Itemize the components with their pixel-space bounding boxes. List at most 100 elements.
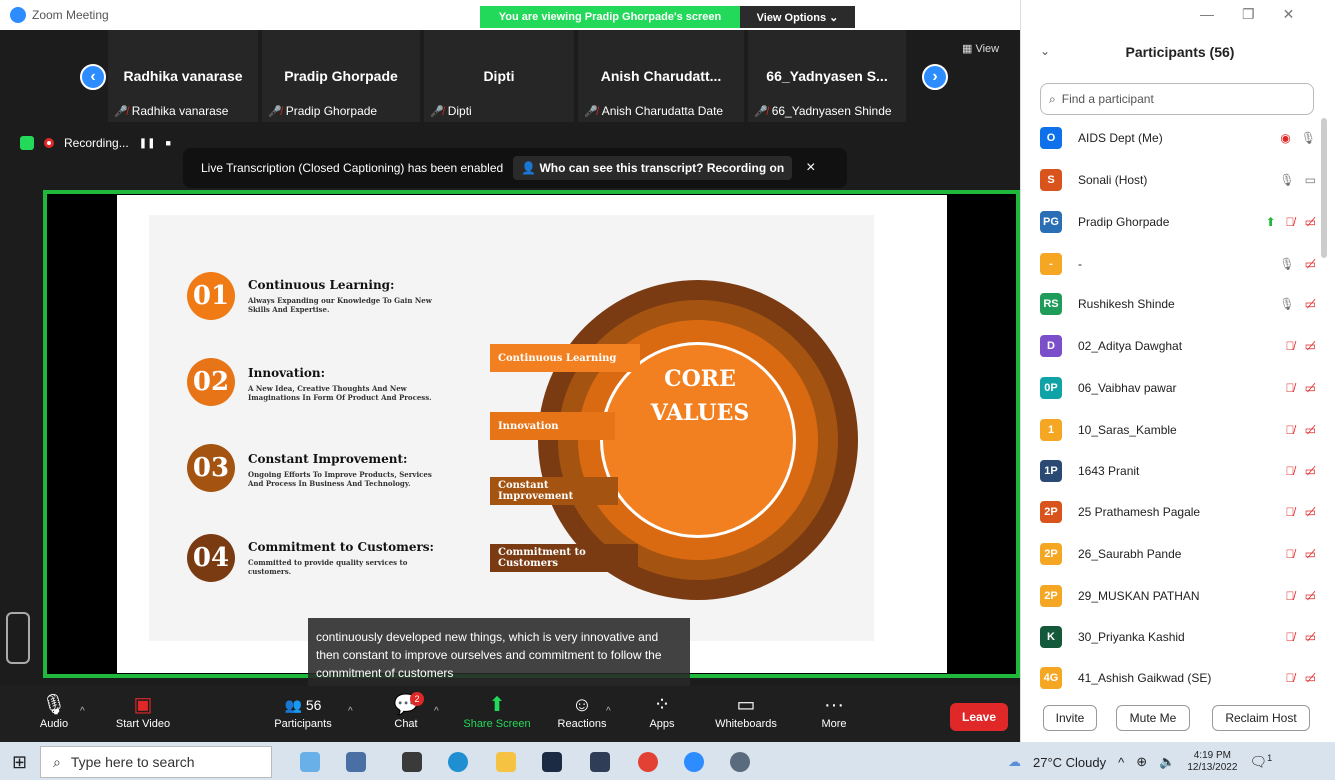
apps-button[interactable]: ⁘ Apps bbox=[642, 692, 682, 730]
audio-button[interactable]: 🎙 Audio bbox=[38, 692, 70, 730]
volume-icon[interactable]: 🔈 bbox=[1159, 754, 1175, 770]
restore-icon[interactable]: ❐ bbox=[1242, 6, 1255, 23]
video-thumbnail[interactable]: Anish Charudatt... 🎤̸ Anish Charudatta Dat… bbox=[578, 30, 744, 122]
participant-row[interactable]: - - 🎙 ▭̸ bbox=[1040, 244, 1316, 284]
previous-page-button[interactable]: ‹ bbox=[80, 64, 106, 90]
widget-app-icon[interactable] bbox=[346, 752, 366, 772]
participants-button[interactable]: 👥 56 Participants bbox=[268, 692, 338, 730]
view-options-button[interactable]: View Options ⌄ bbox=[740, 6, 855, 28]
notification-icon[interactable]: 🗨1 bbox=[1249, 753, 1272, 771]
video-thumbnail[interactable]: 66_Yadnyasen S... 🎤̸ 66_Yadnyasen Shinde bbox=[748, 30, 906, 122]
share-screen-button[interactable]: ⬆ Share Screen bbox=[460, 692, 534, 730]
video-off-icon: ▭̸ bbox=[1304, 589, 1316, 603]
muted-mic-icon: 🎙̸ bbox=[1285, 589, 1295, 603]
view-button[interactable]: ▦ View bbox=[962, 42, 999, 55]
video-icon: ▭ bbox=[1304, 173, 1316, 187]
reactions-options-caret[interactable]: ^ bbox=[606, 706, 611, 717]
avatar: 1 bbox=[1040, 419, 1062, 441]
windows-start-icon[interactable]: ⊞ bbox=[12, 752, 27, 773]
whiteboard-icon: ▭ bbox=[736, 694, 756, 716]
muted-mic-icon: 🎙̸ bbox=[1285, 215, 1295, 229]
item-title: Continuous Learning: bbox=[248, 278, 395, 292]
file-explorer-icon[interactable] bbox=[496, 752, 516, 772]
network-icon[interactable]: ⊕ bbox=[1136, 754, 1147, 770]
zoom-taskbar-icon[interactable] bbox=[684, 752, 704, 772]
chat-options-caret[interactable]: ^ bbox=[434, 706, 439, 717]
cortana-icon[interactable] bbox=[300, 752, 320, 772]
participant-row[interactable]: RS Rushikesh Shinde 🎙 ▭̸ bbox=[1040, 284, 1316, 324]
clock[interactable]: 4:19 PM 12/13/2022 bbox=[1187, 750, 1237, 774]
participants-title: Participants (56) bbox=[1125, 44, 1235, 60]
participant-row[interactable]: 1 10_Saras_Kamble 🎙̸ ▭̸ bbox=[1040, 410, 1316, 450]
value-bar: Continuous Learning bbox=[490, 344, 640, 372]
side-panel-toggle[interactable] bbox=[6, 612, 30, 664]
muted-mic-icon: 🎙̸ bbox=[1285, 339, 1295, 353]
weather-text[interactable]: 27°C Cloudy bbox=[1033, 755, 1106, 770]
microphone-icon: 🎙 bbox=[1279, 173, 1295, 187]
reactions-button[interactable]: ☺ Reactions bbox=[554, 692, 610, 730]
participants-scrollbar[interactable] bbox=[1321, 118, 1327, 258]
video-thumbnail[interactable]: Radhika vanarase 🎤̸ Radhika vanarase bbox=[108, 30, 258, 122]
participant-name: 41_Ashish Gaikwad (SE) bbox=[1078, 671, 1212, 685]
invite-button[interactable]: Invite bbox=[1043, 705, 1097, 731]
store-icon[interactable] bbox=[542, 752, 562, 772]
next-page-button[interactable]: › bbox=[922, 64, 948, 90]
participant-row[interactable]: 2P 25 Prathamesh Pagale 🎙̸ ▭̸ bbox=[1040, 492, 1316, 532]
close-window-icon[interactable]: ✕ bbox=[1283, 6, 1295, 23]
thumbnail-name: Dipti bbox=[483, 68, 515, 84]
item-description: Always Expanding our Knowledge To Gain N… bbox=[248, 296, 432, 314]
participant-row[interactable]: 0P 06_Vaibhav pawar 🎙̸ ▭̸ bbox=[1040, 368, 1316, 408]
minimize-icon[interactable]: — bbox=[1200, 6, 1214, 23]
core-line: CORE bbox=[664, 366, 736, 392]
participants-options-caret[interactable]: ^ bbox=[348, 706, 353, 717]
audio-options-caret[interactable]: ^ bbox=[80, 706, 85, 717]
value-bar: Innovation bbox=[490, 412, 615, 440]
start-video-button[interactable]: ▣ Start Video bbox=[108, 692, 178, 730]
participant-row[interactable]: S Sonali (Host) 🎙 ▭ bbox=[1040, 160, 1316, 200]
avatar: 0P bbox=[1040, 377, 1062, 399]
close-icon[interactable]: × bbox=[806, 159, 815, 177]
participant-row[interactable]: K 30_Priyanka Kashid 🎙̸ ▭̸ bbox=[1040, 617, 1316, 657]
mail-icon[interactable] bbox=[590, 752, 610, 772]
window-controls: — ❐ ✕ bbox=[1200, 6, 1294, 23]
show-hidden-icons-icon[interactable]: ^ bbox=[1118, 755, 1124, 770]
taskbar-search-input[interactable]: ⌕ Type here to search bbox=[40, 746, 272, 778]
mute-me-button[interactable]: Mute Me bbox=[1116, 705, 1190, 731]
whiteboards-button[interactable]: ▭ Whiteboards bbox=[708, 692, 784, 730]
photos-app-icon[interactable] bbox=[730, 752, 750, 772]
start-video-label: Start Video bbox=[115, 718, 171, 730]
edge-browser-icon[interactable] bbox=[448, 752, 468, 772]
avatar: 1P bbox=[1040, 460, 1062, 482]
item-title: Innovation: bbox=[248, 366, 326, 380]
participant-name: 06_Vaibhav pawar bbox=[1078, 381, 1177, 395]
microphone-icon: 🎙 bbox=[1300, 131, 1316, 145]
participant-row[interactable]: PG Pradip Ghorpade ⬆ 🎙̸ ▭̸ bbox=[1040, 202, 1316, 242]
video-off-icon: ▭̸ bbox=[1304, 547, 1316, 561]
leave-button[interactable]: Leave bbox=[950, 703, 1008, 731]
chrome-icon[interactable] bbox=[638, 752, 658, 772]
participant-row[interactable]: O AIDS Dept (Me) ◉ 🎙 bbox=[1040, 118, 1316, 158]
video-thumbnail[interactable]: Pradip Ghorpade 🎤̸ Pradip Ghorpade bbox=[262, 30, 420, 122]
avatar: 2P bbox=[1040, 543, 1062, 565]
video-thumbnail[interactable]: Dipti 🎤̸ Dipti bbox=[424, 30, 574, 122]
participant-row[interactable]: 1P 1643 Pranit 🎙̸ ▭̸ bbox=[1040, 451, 1316, 491]
task-view-icon[interactable] bbox=[402, 752, 422, 772]
avatar: 2P bbox=[1040, 585, 1062, 607]
who-can-see-button[interactable]: 👤 Who can see this transcript? Recording… bbox=[513, 156, 793, 180]
item-description: A New Idea, Creative Thoughts And New Im… bbox=[248, 384, 432, 402]
values-line: VALUES bbox=[650, 400, 750, 426]
participant-row[interactable]: 2P 26_Saurabh Pande 🎙̸ ▭̸ bbox=[1040, 534, 1316, 574]
participant-row[interactable]: D 02_Aditya Dawghat 🎙̸ ▭̸ bbox=[1040, 326, 1316, 366]
pause-recording-button[interactable]: ❚❚ bbox=[139, 138, 156, 149]
video-off-icon: ▭̸ bbox=[1304, 630, 1316, 644]
participant-row[interactable]: 2P 29_MUSKAN PATHAN 🎙̸ ▭̸ bbox=[1040, 576, 1316, 616]
stop-recording-button[interactable]: ■ bbox=[165, 138, 170, 148]
more-button[interactable]: ··· More bbox=[812, 692, 856, 730]
participant-name: - bbox=[1078, 257, 1082, 271]
reclaim-host-button[interactable]: Reclaim Host bbox=[1212, 705, 1310, 731]
app-title-text: Zoom Meeting bbox=[32, 8, 109, 22]
participant-row[interactable]: 4G 41_Ashish Gaikwad (SE) 🎙̸ ▭̸ bbox=[1040, 658, 1316, 698]
collapse-panel-icon[interactable]: ⌄ bbox=[1040, 44, 1050, 58]
app-title: Zoom Meeting bbox=[10, 7, 109, 23]
participant-search-input[interactable]: ⌕ Find a participant bbox=[1040, 83, 1314, 115]
